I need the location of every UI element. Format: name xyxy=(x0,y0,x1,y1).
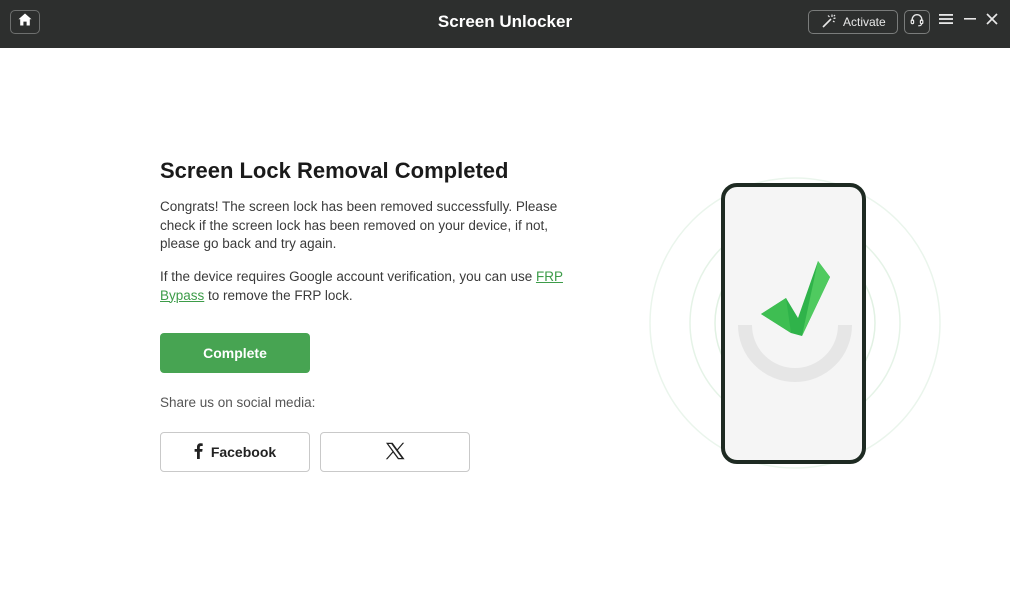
title-bar: Screen Unlocker Activate xyxy=(0,0,1010,48)
activate-button[interactable]: Activate xyxy=(808,10,898,34)
home-button[interactable] xyxy=(10,10,40,34)
facebook-share-button[interactable]: Facebook xyxy=(160,432,310,472)
menu-icon xyxy=(938,12,954,30)
support-button[interactable] xyxy=(904,10,930,34)
headset-icon xyxy=(910,13,924,32)
share-label: Share us on social media: xyxy=(160,395,316,410)
complete-button[interactable]: Complete xyxy=(160,333,310,373)
phone-success-illustration xyxy=(640,170,950,480)
minimize-button[interactable] xyxy=(961,12,979,30)
close-button[interactable] xyxy=(983,12,1001,30)
wand-icon xyxy=(821,14,837,31)
menu-button[interactable] xyxy=(937,12,955,30)
frp-message: If the device requires Google account ve… xyxy=(160,268,570,305)
page-title: Screen Lock Removal Completed xyxy=(160,158,509,183)
close-icon xyxy=(985,12,999,31)
home-icon xyxy=(18,13,32,31)
x-share-button[interactable] xyxy=(320,432,470,472)
x-logo-icon xyxy=(385,442,405,463)
facebook-icon xyxy=(194,442,203,462)
frp-message-prefix: If the device requires Google account ve… xyxy=(160,269,536,284)
facebook-label: Facebook xyxy=(210,444,277,460)
activate-label: Activate xyxy=(843,15,886,29)
success-message: Congrats! The screen lock has been remov… xyxy=(160,199,558,251)
frp-message-suffix: to remove the FRP lock. xyxy=(204,287,353,303)
minimize-icon xyxy=(963,12,977,31)
